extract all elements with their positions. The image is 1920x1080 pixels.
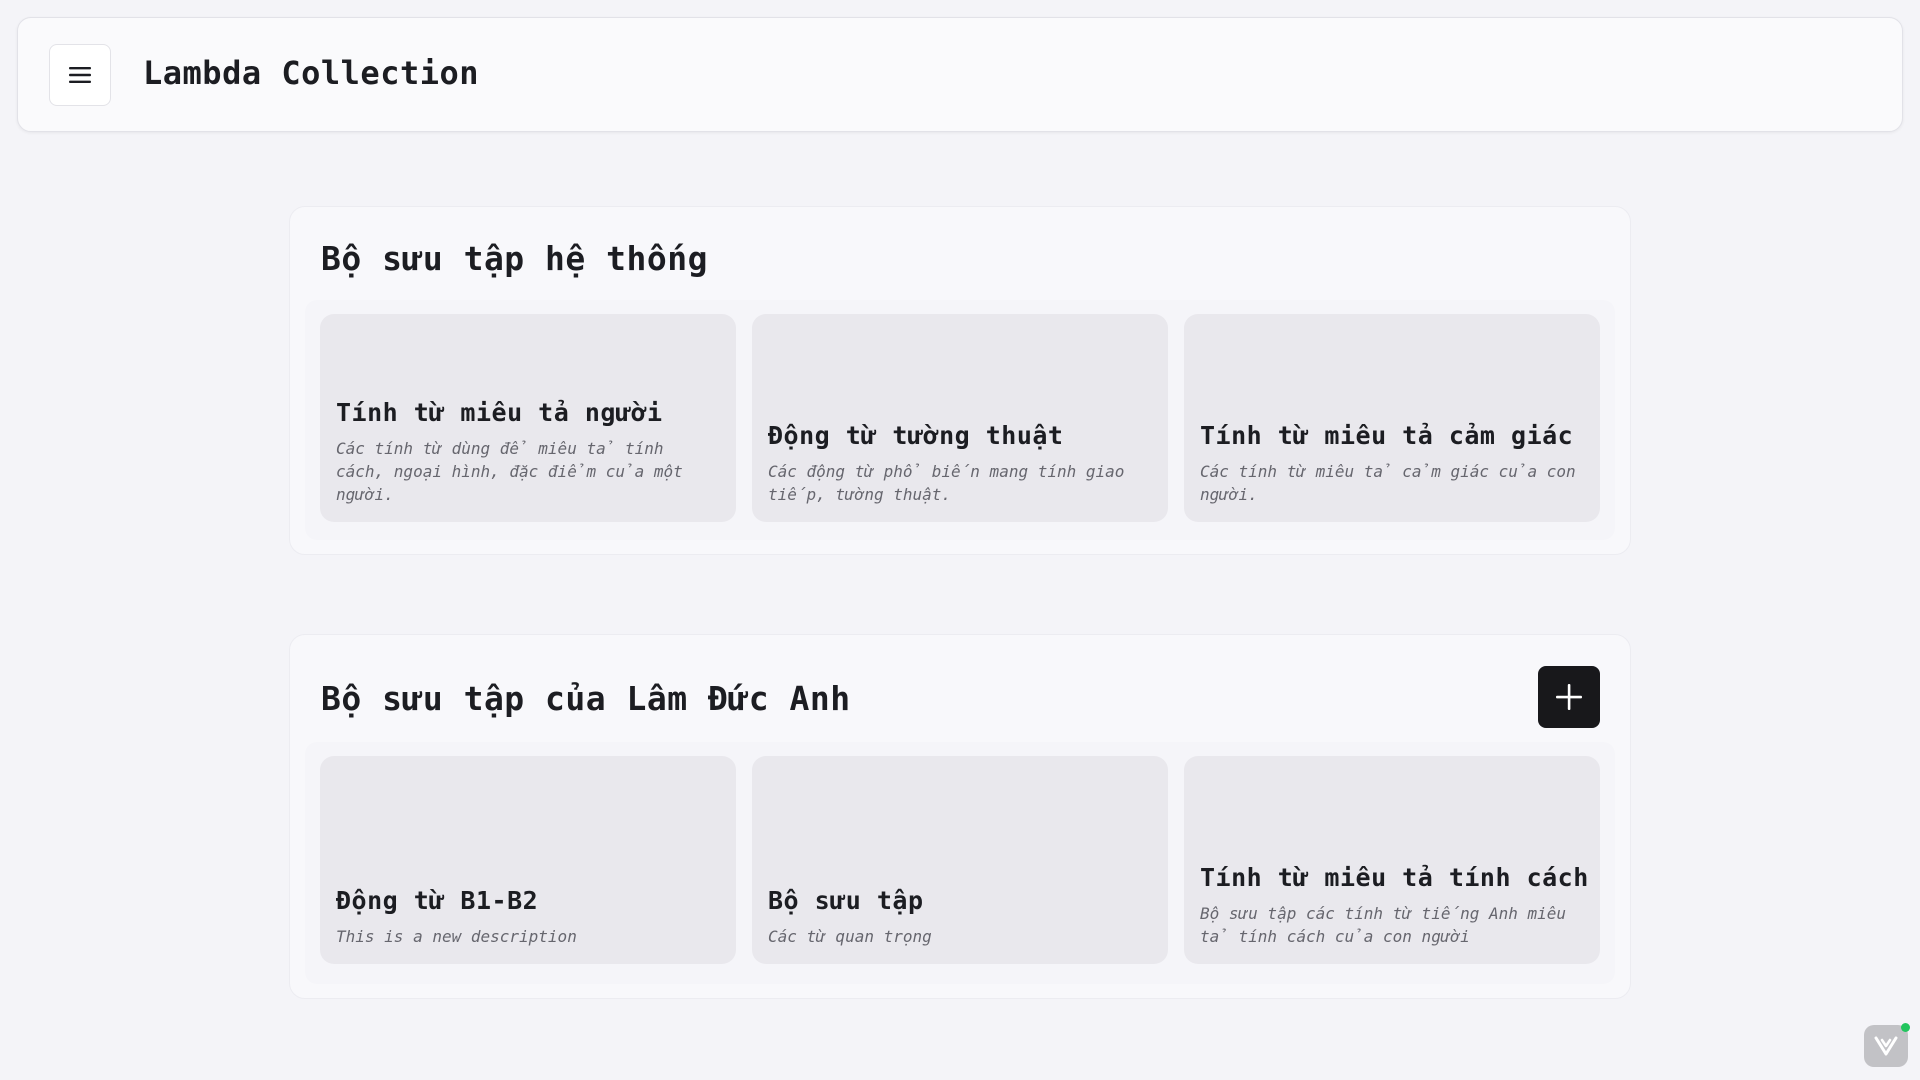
card-title: Tính từ miêu tả cảm giác: [1200, 421, 1574, 450]
plus-icon: [1556, 684, 1582, 710]
chevron-logo-icon: [1874, 1036, 1898, 1056]
card-description: Các từ quan trọng: [768, 927, 932, 946]
card-grid: Động từ B1-B2 This is a new description …: [305, 742, 1615, 984]
section-title: Bộ sưu tập của Lâm Đức Anh: [321, 679, 851, 718]
card-description: Các tính từ miêu tả cảm giác của con ngư…: [1200, 462, 1576, 504]
section-title: Bộ sưu tập hệ thống: [321, 239, 708, 278]
user-collections-section: Bộ sưu tập của Lâm Đức Anh Động từ B1-B2…: [289, 634, 1631, 999]
collection-card[interactable]: Bộ sưu tập Các từ quan trọng: [752, 756, 1168, 964]
collection-card[interactable]: Tính từ miêu tả cảm giác Các tính từ miê…: [1184, 314, 1600, 522]
collection-card[interactable]: Tính từ miêu tả người Các tính từ dùng đ…: [320, 314, 736, 522]
card-title: Tính từ miêu tả tính cách: [1200, 863, 1589, 892]
menu-button[interactable]: [49, 44, 111, 106]
collection-card[interactable]: Động từ B1-B2 This is a new description: [320, 756, 736, 964]
status-dot: [1901, 1023, 1910, 1032]
card-description: Các động từ phổ biến mang tính giao tiếp…: [768, 462, 1125, 504]
add-collection-button[interactable]: [1538, 666, 1600, 728]
card-description: Các tính từ dùng để miêu tả tính cách, n…: [336, 439, 683, 504]
card-grid: Tính từ miêu tả người Các tính từ dùng đ…: [305, 300, 1615, 540]
card-description: This is a new description: [336, 927, 577, 946]
system-collections-section: Bộ sưu tập hệ thống Tính từ miêu tả ngườ…: [289, 206, 1631, 555]
card-title: Tính từ miêu tả người: [336, 398, 663, 427]
card-description: Bộ sưu tập các tính từ tiếng Anh miêu tả…: [1200, 904, 1567, 946]
collection-card[interactable]: Tính từ miêu tả tính cách Bộ sưu tập các…: [1184, 756, 1600, 964]
card-title: Bộ sưu tập: [768, 886, 924, 915]
app-header: Lambda Collection: [17, 17, 1903, 132]
collection-card[interactable]: Động từ tường thuật Các động từ phổ biến…: [752, 314, 1168, 522]
floating-widget-button[interactable]: [1864, 1023, 1910, 1067]
app-title: Lambda Collection: [143, 54, 480, 92]
card-title: Động từ tường thuật: [768, 421, 1064, 450]
card-title: Động từ B1-B2: [336, 886, 539, 915]
hamburger-menu-icon: [69, 67, 91, 83]
